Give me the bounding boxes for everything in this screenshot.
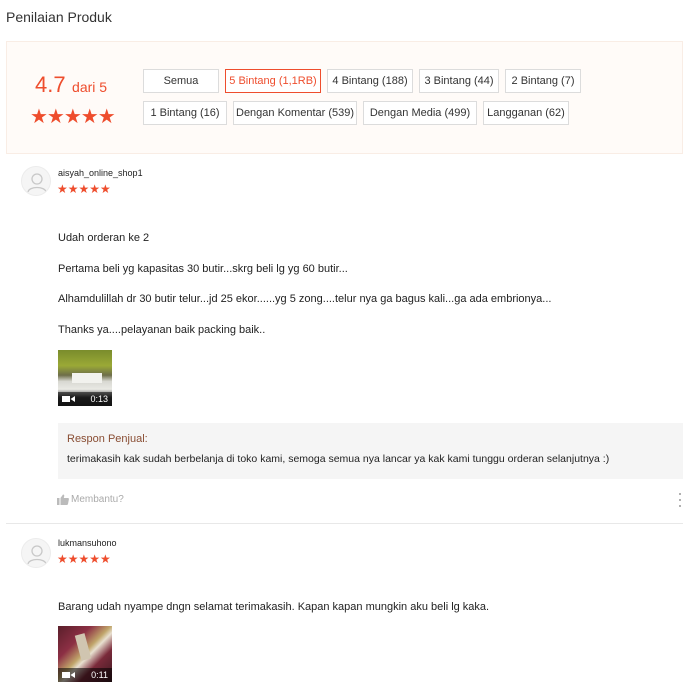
review-text-line: Alhamdulillah dr 30 butir telur...jd 25 …: [58, 293, 552, 305]
user-avatar-icon[interactable]: [21, 166, 51, 196]
video-duration: 0:13: [90, 394, 108, 404]
rating-out-of: dari 5: [72, 79, 108, 95]
filter-3-star-button[interactable]: 3 Bintang (44): [419, 69, 499, 93]
filter-1-star-button[interactable]: 1 Bintang (16): [143, 101, 227, 125]
rating-stars: ★★★★★: [30, 106, 116, 128]
video-camera-icon: [62, 396, 75, 402]
review-item: aisyah_online_shop1 ★★★★★ Udah orderan k…: [6, 154, 683, 524]
review-video-thumbnail[interactable]: 0:11: [58, 626, 112, 682]
rating-value: 4.7: [35, 72, 66, 97]
rating-summary: 4.7 dari 5 ★★★★★ Semua 5 Bintang (1,1RB)…: [6, 41, 683, 154]
review-username[interactable]: lukmansuhono: [58, 538, 117, 548]
review-text-line: Udah orderan ke 2: [58, 232, 150, 244]
filter-all-button[interactable]: Semua: [143, 69, 219, 93]
video-preview-image: [72, 373, 102, 383]
thumbs-up-icon: [57, 494, 69, 505]
rating-filters: Semua 5 Bintang (1,1RB) 4 Bintang (188) …: [143, 69, 603, 133]
helpful-label: Membantu?: [71, 494, 124, 505]
seller-response: Respon Penjual: terimakasih kak sudah be…: [58, 423, 683, 479]
more-vertical-icon[interactable]: [678, 493, 682, 507]
review-stars: ★★★★★: [57, 552, 111, 566]
filter-4-star-button[interactable]: 4 Bintang (188): [327, 69, 413, 93]
filter-subscription-button[interactable]: Langganan (62): [483, 101, 569, 125]
filter-with-comment-button[interactable]: Dengan Komentar (539): [233, 101, 357, 125]
section-title: Penilaian Produk: [6, 9, 112, 25]
video-preview-image: [74, 633, 92, 661]
video-camera-icon: [62, 672, 75, 678]
filter-2-star-button[interactable]: 2 Bintang (7): [505, 69, 581, 93]
helpful-button[interactable]: Membantu?: [57, 494, 124, 505]
review-text-line: Thanks ya....pelayanan baik packing baik…: [58, 324, 266, 336]
seller-response-label: Respon Penjual:: [67, 433, 148, 445]
filter-5-star-button[interactable]: 5 Bintang (1,1RB): [225, 69, 321, 93]
rating-score: 4.7 dari 5: [35, 72, 107, 98]
video-duration: 0:11: [91, 670, 108, 680]
seller-response-text: terimakasih kak sudah berbelanja di toko…: [67, 453, 610, 465]
video-info-bar: 0:13: [58, 392, 112, 406]
review-stars: ★★★★★: [57, 182, 111, 196]
review-text-line: Pertama beli yg kapasitas 30 butir...skr…: [58, 263, 348, 275]
review-username[interactable]: aisyah_online_shop1: [58, 168, 143, 178]
user-avatar-icon[interactable]: [21, 538, 51, 568]
review-text-line: Barang udah nyampe dngn selamat terimaka…: [58, 601, 490, 613]
filter-with-media-button[interactable]: Dengan Media (499): [363, 101, 477, 125]
review-video-thumbnail[interactable]: 0:13: [58, 350, 112, 406]
review-item: lukmansuhono ★★★★★ Barang udah nyampe dn…: [6, 525, 683, 700]
video-info-bar: 0:11: [58, 668, 112, 682]
